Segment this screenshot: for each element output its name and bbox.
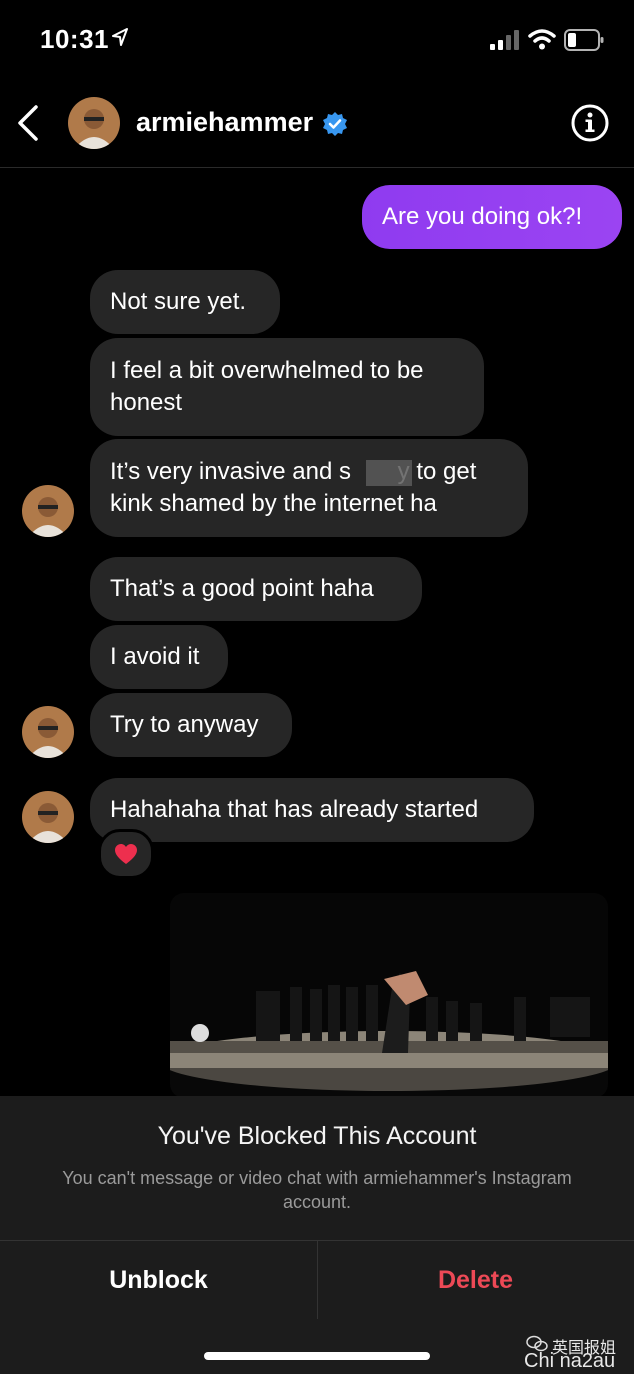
- home-indicator[interactable]: [204, 1352, 430, 1360]
- unblock-button[interactable]: Unblock: [0, 1250, 317, 1310]
- message-avatar[interactable]: [22, 485, 74, 537]
- video-thumbnail: [170, 893, 608, 1098]
- cellular-signal-icon: [490, 30, 519, 50]
- profile-photo: [22, 706, 74, 758]
- message-incoming[interactable]: I feel a bit overwhelmed to be honest: [90, 338, 484, 436]
- verified-badge-icon: [323, 112, 347, 136]
- message-text: It’s very invasive and s y to get kink s…: [110, 458, 484, 517]
- blocked-description: You can't message or video chat with arm…: [62, 1168, 572, 1212]
- header-avatar[interactable]: [68, 97, 120, 149]
- video-message[interactable]: [170, 893, 608, 1098]
- message-incoming[interactable]: It’s very invasive and s y to get kink s…: [90, 439, 528, 537]
- profile-photo: [22, 791, 74, 843]
- profile-photo: [68, 97, 120, 149]
- delete-button[interactable]: Delete: [317, 1250, 634, 1310]
- message-incoming[interactable]: That’s a good point haha: [90, 557, 422, 621]
- header-username[interactable]: armiehammer: [136, 107, 313, 138]
- message-incoming[interactable]: Try to anyway: [90, 693, 292, 757]
- message-outgoing[interactable]: Are you doing ok?!: [362, 185, 622, 249]
- wifi-icon: [528, 29, 556, 50]
- header-divider: [0, 167, 634, 168]
- message-incoming[interactable]: I avoid it: [90, 625, 228, 689]
- info-icon[interactable]: [570, 103, 610, 143]
- watermark-line2: Chi na2au: [524, 1350, 616, 1372]
- heart-reaction[interactable]: [98, 829, 154, 879]
- censor-blur: [366, 460, 412, 486]
- message-incoming[interactable]: Hahahaha that has already started: [90, 778, 534, 842]
- message-incoming[interactable]: Not sure yet.: [90, 270, 280, 334]
- heart-icon: [115, 844, 137, 864]
- message-avatar[interactable]: [22, 791, 74, 843]
- message-avatar[interactable]: [22, 706, 74, 758]
- profile-photo: [22, 485, 74, 537]
- blocked-title: You've Blocked This Account: [157, 1122, 477, 1150]
- battery-icon: [564, 29, 604, 51]
- location-arrow-icon: [112, 28, 128, 46]
- back-chevron-icon[interactable]: [14, 104, 44, 142]
- status-time: 10:31: [40, 24, 109, 54]
